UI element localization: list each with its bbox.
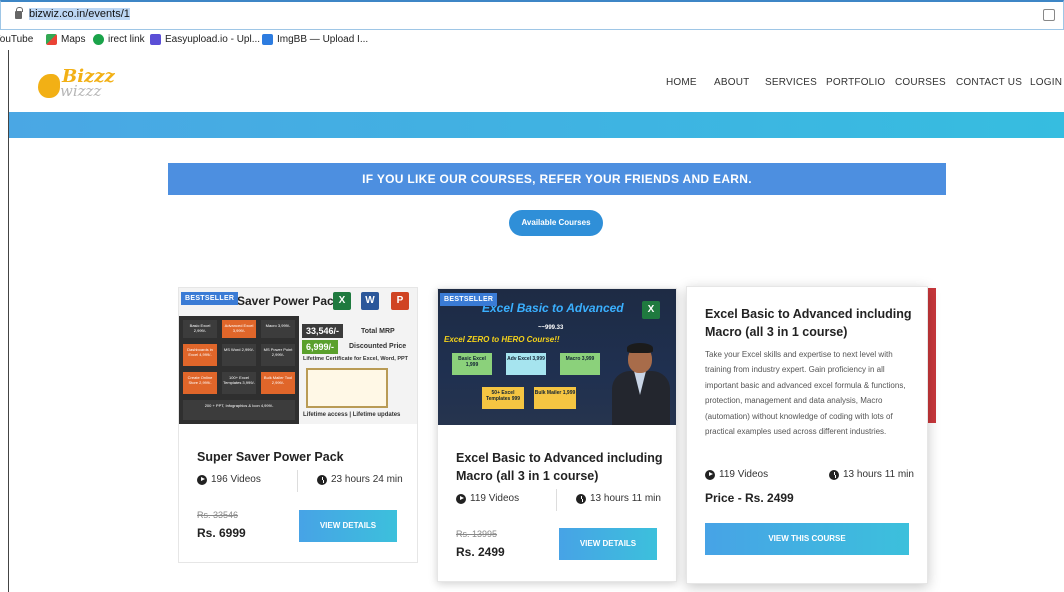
clock-icon	[317, 474, 327, 485]
old-price: Rs. 33546	[197, 510, 239, 520]
old-price: Rs. 13995	[456, 529, 498, 539]
imgbb-icon	[262, 34, 273, 45]
site-logo[interactable]: Bizzz wizzz	[34, 64, 115, 102]
play-circle-icon	[456, 493, 466, 504]
available-courses-button[interactable]: Available Courses	[509, 210, 603, 236]
course-thumbnail[interactable]: BESTSELLER Excel Basic to Advanced X ~~9…	[438, 289, 676, 425]
duration: 13 hours 11 min	[576, 493, 661, 504]
nav-portfolio[interactable]: PORTFOLIO	[826, 77, 885, 88]
course-title[interactable]: Super Saver Power Pack	[197, 448, 344, 466]
bookmark-youtube[interactable]: YouTube	[0, 34, 33, 45]
excel-icon: X	[642, 301, 660, 319]
powerpoint-icon: P	[391, 292, 409, 310]
url-text[interactable]: bizwiz.co.in/events/1	[29, 8, 130, 20]
duration: 13 hours 11 min	[829, 469, 914, 480]
thumbnail-title: Saver Power Pack	[237, 294, 341, 308]
video-count: 196 Videos	[197, 474, 261, 485]
bookmark-maps[interactable]: Maps	[46, 34, 85, 45]
price: Price - Rs. 2499	[705, 491, 794, 505]
nav-courses[interactable]: COURSES	[895, 77, 946, 88]
bookmarks-bar: YouTube Maps irect link Easyupload.io - …	[0, 30, 1064, 50]
lock-icon	[15, 7, 23, 19]
tiles-panel: Basic Excel 2,999/- Advanced Excel 3,999…	[179, 316, 299, 424]
bestseller-badge: BESTSELLER	[440, 293, 498, 306]
meta-divider	[297, 470, 298, 492]
view-details-button[interactable]: VIEW DETAILS	[299, 510, 397, 542]
bookmark-easyupload[interactable]: Easyupload.io - Upl...	[150, 34, 260, 45]
meta-divider	[556, 489, 557, 511]
bookmark-direct-link[interactable]: irect link	[93, 34, 145, 45]
play-circle-icon	[705, 469, 715, 480]
course-card-excel[interactable]: BESTSELLER Excel Basic to Advanced X ~~9…	[437, 288, 677, 582]
bookmark-imgbb[interactable]: ImgBB — Upload I...	[262, 34, 368, 45]
nav-services[interactable]: SERVICES	[765, 77, 817, 88]
logo-text-bottom: wizzz	[60, 82, 102, 100]
word-icon: W	[361, 292, 379, 310]
course-card-super-saver[interactable]: BESTSELLER Saver Power Pack X W P Basic …	[178, 287, 418, 563]
play-circle-icon	[197, 474, 207, 485]
video-count: 119 Videos	[705, 469, 768, 480]
view-this-course-button[interactable]: VIEW THIS COURSE	[705, 523, 909, 555]
clock-icon	[576, 493, 586, 504]
address-bar[interactable]: bizwiz.co.in/events/1	[0, 0, 1064, 30]
hero-strip	[9, 112, 1064, 138]
price: Rs. 6999	[197, 526, 246, 540]
certificate-image	[306, 368, 388, 408]
view-details-button[interactable]: VIEW DETAILS	[559, 528, 657, 560]
excel-icon: X	[333, 292, 351, 310]
instructor-photo	[610, 341, 672, 425]
easyupload-icon	[150, 34, 161, 45]
link-icon	[93, 34, 104, 45]
price: Rs. 2499	[456, 545, 505, 559]
share-icon[interactable]	[1043, 9, 1055, 21]
course-title[interactable]: Excel Basic to Advanced including Macro …	[456, 449, 666, 485]
bestseller-badge: BESTSELLER	[181, 292, 239, 305]
logo-hand-icon	[38, 74, 60, 98]
video-count: 119 Videos	[456, 493, 519, 504]
nav-contact-us[interactable]: CONTACT US	[956, 77, 1022, 88]
course-description: Take your Excel skills and expertise to …	[705, 350, 906, 437]
duration: 23 hours 24 min	[317, 474, 403, 485]
course-title[interactable]: Excel Basic to Advanced including Macro …	[705, 305, 915, 341]
maps-icon	[46, 34, 57, 45]
thumbnail-title: Excel Basic to Advanced	[482, 301, 624, 315]
course-detail-panel[interactable]: Excel Basic to Advanced including Macro …	[686, 286, 928, 584]
refer-banner: IF YOU LIKE OUR COURSES, REFER YOUR FRIE…	[168, 163, 946, 195]
course-thumbnail[interactable]: BESTSELLER Saver Power Pack X W P Basic …	[179, 288, 417, 424]
clock-icon	[829, 469, 839, 480]
nav-home[interactable]: HOME	[666, 77, 697, 88]
nav-login[interactable]: LOGIN	[1030, 77, 1062, 88]
nav-about[interactable]: ABOUT	[714, 77, 749, 88]
